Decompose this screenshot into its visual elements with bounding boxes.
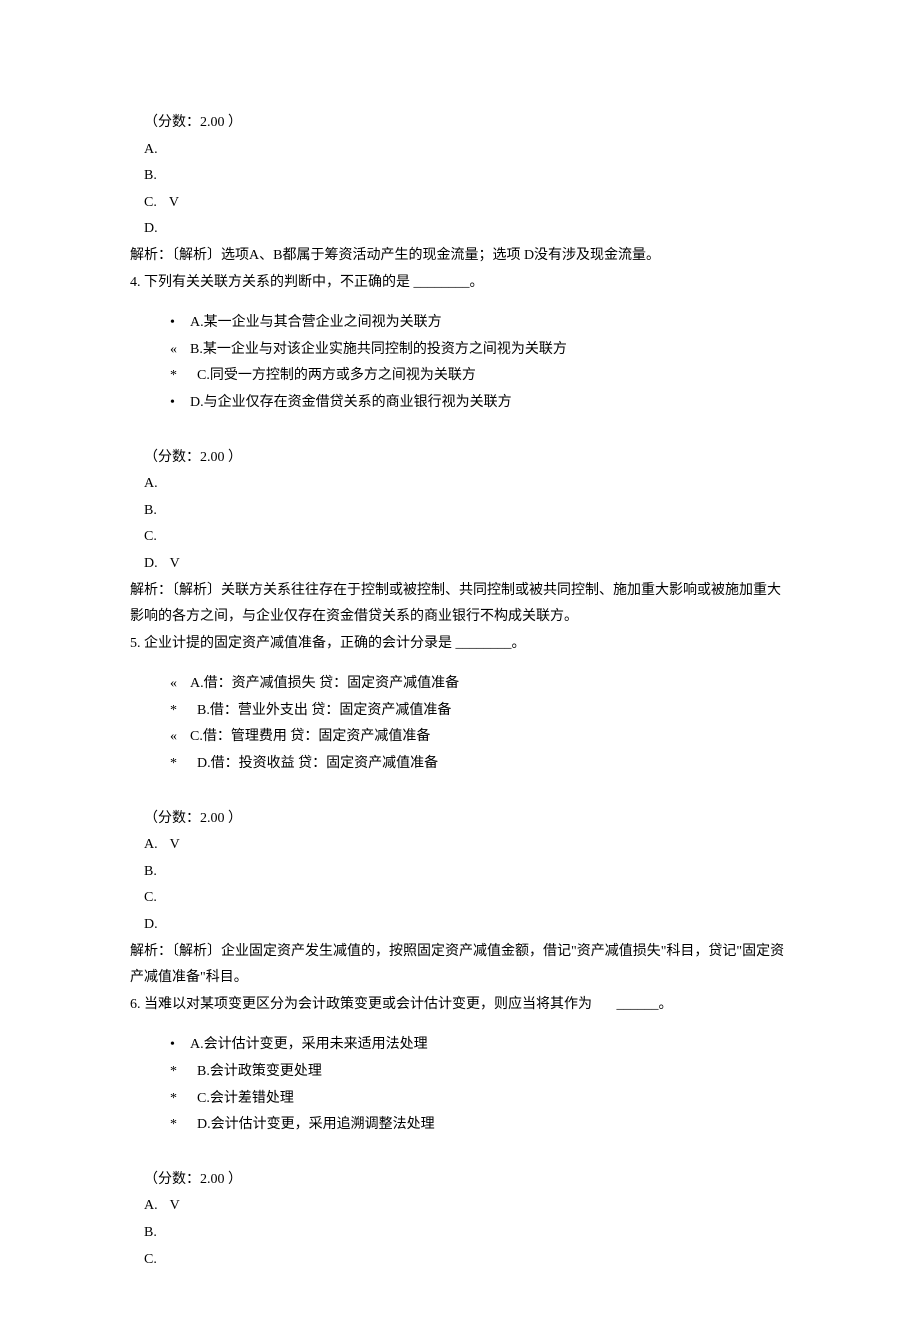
bullet-star-icon: *: [170, 1112, 190, 1139]
q6-options: •A.会计估计变更，采用未来适用法处理 * B.会计政策变更处理 * C.会计差…: [130, 1032, 790, 1138]
q5-text: 企业计提的固定资产减值准备，正确的会计分录是: [144, 636, 452, 651]
bullet-quote-icon: «: [170, 671, 190, 698]
q5-option-c: «C.借：管理费用 贷：固定资产减值准备: [170, 724, 790, 751]
q4-d-label: D.: [144, 556, 158, 571]
q4-stem: 4. 下列有关关联方关系的判断中，不正确的是 ________。: [130, 270, 790, 297]
q6-choice-a: A.V: [130, 1193, 790, 1220]
q3-choice-a: A.: [130, 137, 790, 164]
q5-option-a: «A.借：资产减值损失 贷：固定资产减值准备: [170, 671, 790, 698]
q6-option-a-text: A.会计估计变更，采用未来适用法处理: [190, 1037, 428, 1052]
bullet-star-icon: *: [170, 751, 190, 778]
q5-b-label: B.: [144, 864, 157, 879]
bullet-star-icon: *: [170, 1086, 190, 1113]
q3-choice-d: D.: [130, 216, 790, 243]
bullet-quote-icon: «: [170, 337, 190, 364]
q4-option-c: * C.同受一方控制的两方或多方之间视为关联方: [170, 363, 790, 390]
q6-choice-c: C.: [130, 1247, 790, 1274]
q4-option-a-text: A.某一企业与其合营企业之间视为关联方: [190, 315, 442, 330]
q6-option-c-text: C.会计差错处理: [197, 1091, 294, 1106]
q5-score: （分数：2.00 ）: [130, 806, 790, 833]
q4-option-b: «B.某一企业与对该企业实施共同控制的投资方之间视为关联方: [170, 337, 790, 364]
q5-option-b-text: B.借：营业外支出 贷：固定资产减值准备: [197, 703, 451, 718]
q6-option-a: •A.会计估计变更，采用未来适用法处理: [170, 1032, 790, 1059]
q5-a-mark-icon: V: [158, 837, 181, 852]
q5-choice-d: D.: [130, 912, 790, 939]
q4-c-label: C.: [144, 529, 157, 544]
q5-stem: 5. 企业计提的固定资产减值准备，正确的会计分录是 ________。: [130, 631, 790, 658]
q3-a-label: A.: [144, 142, 158, 157]
q4-choice-a: A.: [130, 471, 790, 498]
q4-d-mark-icon: V: [158, 556, 181, 571]
q6-a-label: A.: [144, 1198, 158, 1213]
q5-choice-a: A.V: [130, 832, 790, 859]
q6-option-c: * C.会计差错处理: [170, 1086, 790, 1113]
q5-option-b: * B.借：营业外支出 贷：固定资产减值准备: [170, 698, 790, 725]
q6-text: 当难以对某项变更区分为会计政策变更或会计估计变更，则应当将其作为: [144, 997, 592, 1012]
q5-choice-b: B.: [130, 859, 790, 886]
q6-choice-b: B.: [130, 1220, 790, 1247]
q5-c-label: C.: [144, 890, 157, 905]
q6-option-d: * D.会计估计变更，采用追溯调整法处理: [170, 1112, 790, 1139]
q4-blank: ________。: [414, 275, 484, 290]
q6-blank: ______。: [617, 997, 673, 1012]
q4-option-b-text: B.某一企业与对该企业实施共同控制的投资方之间视为关联方: [190, 342, 567, 357]
q6-score: （分数：2.00 ）: [130, 1167, 790, 1194]
q3-choice-c: C.V: [130, 190, 790, 217]
q4-choice-c: C.: [130, 524, 790, 551]
q5-option-d: * D.借：投资收益 贷：固定资产减值准备: [170, 751, 790, 778]
q4-analysis: 解析：〔解析〕关联方关系往往存在于控制或被控制、共同控制或被共同控制、施加重大影…: [130, 578, 790, 631]
q6-a-mark-icon: V: [158, 1198, 181, 1213]
bullet-star-icon: *: [170, 363, 190, 390]
q6-b-label: B.: [144, 1225, 157, 1240]
q6-option-b: * B.会计政策变更处理: [170, 1059, 790, 1086]
q4-option-d: •D.与企业仅存在资金借贷关系的商业银行视为关联方: [170, 390, 790, 417]
q6-option-b-text: B.会计政策变更处理: [197, 1064, 322, 1079]
bullet-dot-icon: •: [170, 1032, 190, 1059]
q6-c-label: C.: [144, 1252, 157, 1267]
q4-choice-b: B.: [130, 498, 790, 525]
q4-a-label: A.: [144, 476, 158, 491]
q5-d-label: D.: [144, 917, 158, 932]
q5-option-c-text: C.借：管理费用 贷：固定资产减值准备: [190, 729, 430, 744]
q4-option-d-text: D.与企业仅存在资金借贷关系的商业银行视为关联方: [190, 395, 512, 410]
q4-number: 4.: [130, 275, 141, 290]
q5-number: 5.: [130, 636, 141, 651]
q5-blank: ________。: [456, 636, 526, 651]
q5-options: «A.借：资产减值损失 贷：固定资产减值准备 * B.借：营业外支出 贷：固定资…: [130, 671, 790, 777]
q6-stem: 6. 当难以对某项变更区分为会计政策变更或会计估计变更，则应当将其作为 ____…: [130, 992, 790, 1019]
q4-b-label: B.: [144, 503, 157, 518]
bullet-quote-icon: «: [170, 724, 190, 751]
q4-text: 下列有关关联方关系的判断中，不正确的是: [144, 275, 410, 290]
q3-c-mark-icon: V: [157, 195, 180, 210]
q5-choice-c: C.: [130, 885, 790, 912]
q3-score: （分数：2.00 ）: [130, 110, 790, 137]
q6-option-d-text: D.会计估计变更，采用追溯调整法处理: [197, 1117, 435, 1132]
q4-score: （分数：2.00 ）: [130, 445, 790, 472]
bullet-dot-icon: •: [170, 390, 190, 417]
q5-analysis: 解析：〔解析〕企业固定资产发生减值的，按照固定资产减值金额，借记"资产减值损失"…: [130, 939, 790, 992]
bullet-star-icon: *: [170, 698, 190, 725]
q3-analysis: 解析：〔解析〕选项A、B都属于筹资活动产生的现金流量；选项 D没有涉及现金流量。: [130, 243, 790, 270]
q6-number: 6.: [130, 997, 141, 1012]
q4-option-c-text: C.同受一方控制的两方或多方之间视为关联方: [197, 368, 476, 383]
q3-c-label: C.: [144, 195, 157, 210]
q3-b-label: B.: [144, 168, 157, 183]
q3-choice-b: B.: [130, 163, 790, 190]
bullet-star-icon: *: [170, 1059, 190, 1086]
q4-choice-d: D.V: [130, 551, 790, 578]
q5-a-label: A.: [144, 837, 158, 852]
q4-option-a: •A.某一企业与其合营企业之间视为关联方: [170, 310, 790, 337]
q5-option-a-text: A.借：资产减值损失 贷：固定资产减值准备: [190, 676, 459, 691]
q4-options: •A.某一企业与其合营企业之间视为关联方 «B.某一企业与对该企业实施共同控制的…: [130, 310, 790, 416]
q5-option-d-text: D.借：投资收益 贷：固定资产减值准备: [197, 756, 438, 771]
bullet-dot-icon: •: [170, 310, 190, 337]
q3-d-label: D.: [144, 221, 158, 236]
